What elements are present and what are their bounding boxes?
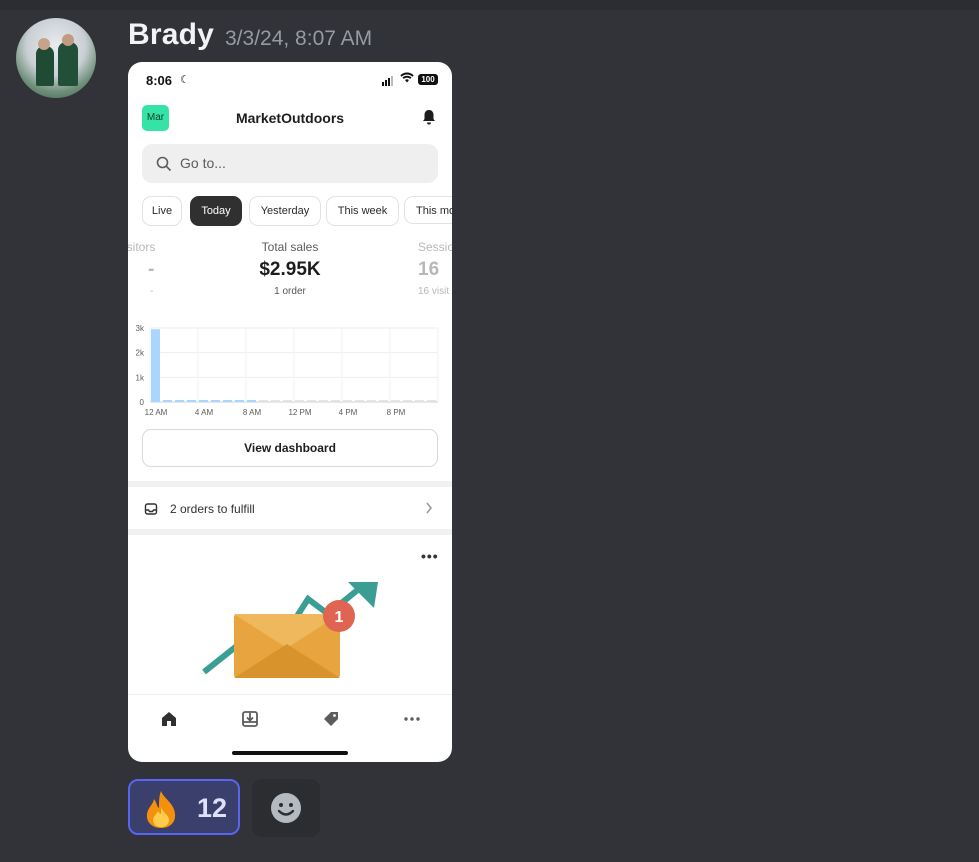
view-dashboard-button[interactable]: View dashboard bbox=[142, 429, 438, 467]
reaction-fire[interactable]: 12 bbox=[128, 779, 240, 835]
more-icon[interactable] bbox=[402, 709, 422, 729]
metric-value: - bbox=[148, 259, 155, 280]
reaction-count: 12 bbox=[197, 793, 228, 823]
chart-bar bbox=[271, 400, 280, 402]
sales-chart: 0 1k 2k 3k 12 AM 4 AM 8 AM 12 PM 4 PM 8 PM bbox=[136, 324, 439, 417]
x-tick-label: 12 AM bbox=[145, 408, 168, 417]
section-divider bbox=[128, 529, 452, 535]
y-tick-label: 0 bbox=[140, 398, 145, 407]
store-name: MarketOutdoors bbox=[235, 110, 345, 126]
battery-icon: 100 bbox=[418, 74, 438, 85]
message-author[interactable]: Brady bbox=[128, 18, 214, 52]
metric-sessions[interactable]: Sessio 16 16 visit bbox=[418, 240, 452, 297]
chart-bar bbox=[331, 400, 340, 402]
chart-bar bbox=[163, 400, 172, 402]
filter-this-month[interactable]: This mo bbox=[404, 196, 452, 224]
metric-value: 16 bbox=[418, 259, 440, 280]
chevron-right-icon bbox=[426, 502, 433, 514]
moon-icon: ☾ bbox=[180, 74, 190, 86]
chart-bar bbox=[355, 400, 364, 402]
chart-bar bbox=[391, 400, 400, 402]
search-icon bbox=[156, 156, 172, 172]
wifi-icon bbox=[400, 72, 414, 86]
orders-to-fulfill-row[interactable]: 2 orders to fulfill bbox=[128, 488, 452, 530]
notification-badge: 1 bbox=[335, 609, 344, 626]
x-tick-label: 8 PM bbox=[387, 408, 406, 417]
chart-bar bbox=[367, 400, 376, 402]
search-input[interactable]: Go to... bbox=[142, 144, 438, 183]
metric-sub: 1 order bbox=[274, 286, 306, 297]
filter-live[interactable]: Live bbox=[142, 196, 182, 226]
filter-today[interactable]: Today bbox=[190, 196, 242, 226]
chart-bar bbox=[295, 400, 304, 402]
home-indicator bbox=[232, 751, 348, 755]
add-reaction-button[interactable] bbox=[252, 779, 320, 837]
chart-bar bbox=[259, 400, 268, 402]
card-menu-icon[interactable]: ••• bbox=[421, 548, 439, 564]
chart-bar bbox=[343, 400, 352, 402]
home-icon[interactable] bbox=[159, 709, 179, 729]
tag-icon[interactable] bbox=[321, 709, 341, 729]
chart-bar bbox=[211, 400, 220, 402]
signal-icon bbox=[382, 76, 393, 86]
chart-bar bbox=[307, 400, 316, 402]
metric-sub: 16 visit bbox=[418, 286, 450, 297]
metric-value: $2.95K bbox=[259, 259, 321, 280]
top-divider bbox=[0, 0, 979, 10]
chart-bar bbox=[247, 400, 256, 402]
filter-this-week[interactable]: This week bbox=[326, 196, 399, 226]
chart-bar bbox=[187, 400, 196, 402]
chart-bar bbox=[199, 400, 208, 402]
metric-label: Total sales bbox=[261, 240, 319, 254]
date-filter-bar: Live Today Yesterday This week This mo bbox=[142, 196, 452, 226]
marketing-illustration: 1 bbox=[202, 582, 378, 678]
metric-label: isitors bbox=[128, 240, 156, 254]
orders-to-fulfill-label: 2 orders to fulfill bbox=[170, 502, 255, 516]
chart-bar bbox=[151, 329, 160, 402]
screenshot-attachment[interactable]: 8:06 ☾ 100 Mar MarketOutdoors Go to... L… bbox=[128, 62, 452, 762]
orders-icon[interactable] bbox=[240, 709, 260, 729]
y-tick-label: 2k bbox=[136, 349, 145, 358]
phone-status-bar: 8:06 ☾ 100 bbox=[128, 62, 452, 98]
user-avatar[interactable] bbox=[16, 18, 96, 98]
fire-emoji-icon bbox=[146, 791, 176, 828]
filter-yesterday[interactable]: Yesterday bbox=[249, 196, 321, 226]
add-reaction-icon bbox=[271, 793, 301, 823]
y-tick-label: 3k bbox=[136, 324, 145, 333]
metric-total-sales[interactable]: Total sales $2.95K 1 order bbox=[230, 240, 350, 297]
message-timestamp: 3/3/24, 8:07 AM bbox=[225, 27, 373, 50]
chart-bar bbox=[223, 400, 232, 402]
status-time: 8:06 bbox=[146, 73, 173, 88]
chart-bar bbox=[319, 400, 328, 402]
section-divider bbox=[128, 481, 452, 487]
chart-bar bbox=[283, 400, 292, 402]
metric-label: Sessio bbox=[418, 240, 452, 254]
chart-bar bbox=[403, 400, 412, 402]
bell-icon[interactable] bbox=[420, 108, 438, 126]
metric-sub: - bbox=[150, 286, 154, 297]
metric-visitors[interactable]: isitors - - bbox=[128, 240, 164, 297]
x-tick-label: 8 AM bbox=[243, 408, 262, 417]
x-tick-label: 4 PM bbox=[339, 408, 358, 417]
x-tick-label: 4 AM bbox=[195, 408, 214, 417]
chart-bar bbox=[415, 400, 424, 402]
chart-bar bbox=[175, 400, 184, 402]
chart-bar bbox=[235, 400, 244, 402]
search-placeholder: Go to... bbox=[180, 155, 226, 171]
chart-bar bbox=[379, 400, 388, 402]
x-tick-label: 12 PM bbox=[288, 408, 311, 417]
inbox-icon bbox=[144, 503, 158, 515]
chart-bar bbox=[427, 400, 436, 402]
y-tick-label: 1k bbox=[136, 373, 145, 382]
